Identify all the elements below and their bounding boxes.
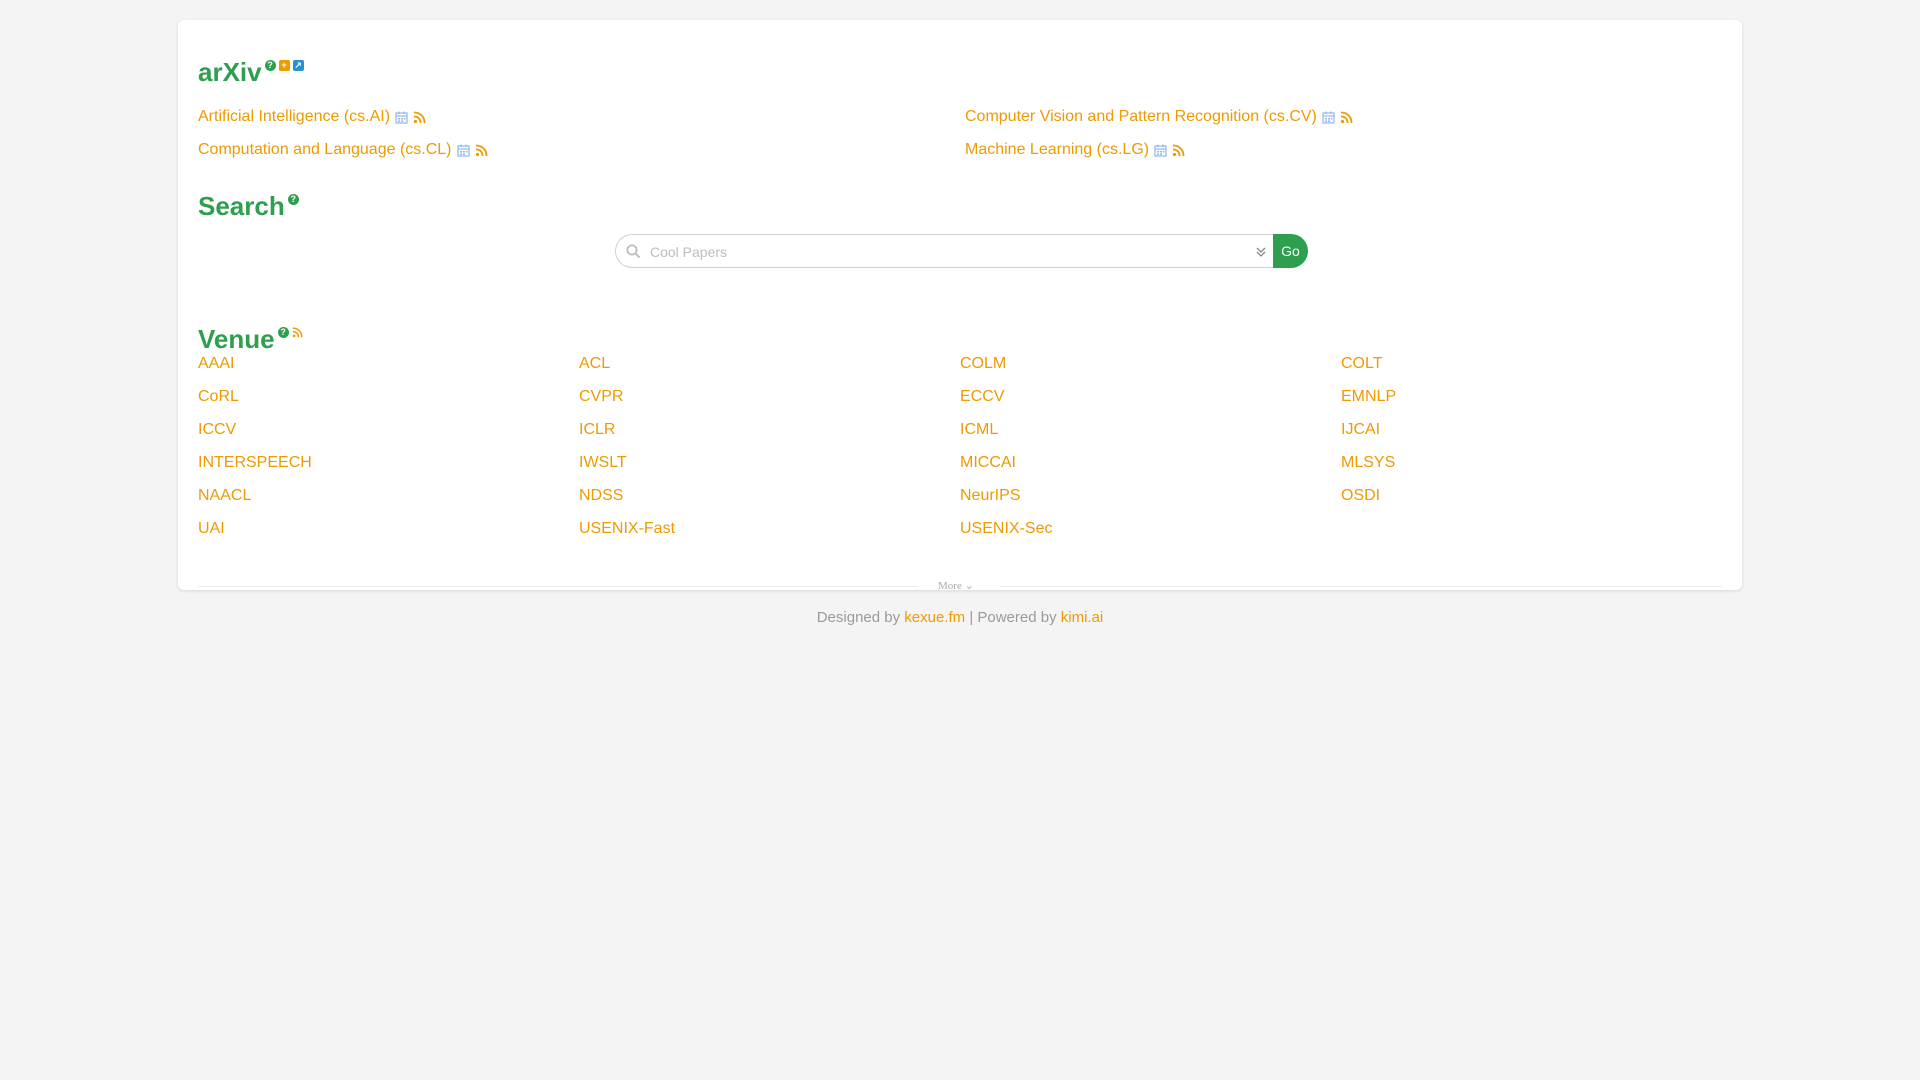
arxiv-section-title: arXiv ? + ↗ (198, 57, 304, 88)
category-label[interactable]: Artificial Intelligence (cs.AI) (198, 108, 390, 126)
venue-link[interactable]: IWSLT (579, 453, 960, 486)
footer-powered-by: | Powered by (969, 609, 1057, 626)
rss-icon[interactable] (1340, 111, 1353, 124)
venue-link[interactable]: MLSYS (1341, 453, 1722, 486)
venue-link[interactable]: UAI (198, 519, 579, 552)
venue-link[interactable]: MICCAI (960, 453, 1341, 486)
external-link-icon[interactable]: ↗ (292, 60, 304, 71)
rss-icon[interactable] (1172, 144, 1185, 157)
calendar-icon[interactable] (1154, 144, 1167, 157)
rss-icon[interactable] (475, 144, 488, 157)
footer-designed-by: Designed by (816, 609, 901, 626)
venue-link[interactable]: OSDI (1341, 486, 1722, 519)
arxiv-title: arXiv (198, 57, 262, 87)
venue-link[interactable]: ICCV (198, 420, 579, 453)
venue-link[interactable]: COLT (1341, 354, 1722, 387)
search-section-title: Search ? (198, 191, 299, 222)
more-label[interactable]: More (938, 580, 962, 592)
add-icon[interactable]: + (278, 60, 290, 71)
category-label[interactable]: Computation and Language (cs.CL) (198, 141, 452, 159)
venue-link[interactable]: NeurIPS (960, 486, 1341, 519)
venue-section-title: Venue ? (198, 324, 303, 355)
venue-link[interactable]: ECCV (960, 387, 1341, 420)
venue-link[interactable]: AAAI (198, 354, 579, 387)
help-icon[interactable]: ? (287, 194, 299, 205)
search-title: Search (198, 191, 285, 221)
venue-link[interactable]: INTERSPEECH (198, 453, 579, 486)
power-link[interactable]: kimi.ai (1061, 609, 1104, 626)
search-input[interactable] (648, 235, 1242, 269)
venue-link[interactable]: NAACL (198, 486, 579, 519)
venue-link[interactable]: ICML (960, 420, 1341, 453)
calendar-icon[interactable] (1322, 111, 1335, 124)
search-icon (626, 244, 641, 259)
go-button[interactable]: Go (1273, 234, 1308, 268)
search-bar: Go (615, 234, 1308, 269)
calendar-icon[interactable] (395, 111, 408, 124)
category-label[interactable]: Machine Learning (cs.LG) (965, 141, 1149, 159)
more-button[interactable]: More ⌄ (938, 579, 974, 592)
venue-title: Venue (198, 324, 275, 354)
venue-link[interactable]: ICLR (579, 420, 960, 453)
venue-link[interactable]: ACL (579, 354, 960, 387)
venue-grid: AAAI ACL COLM COLT CoRL CVPR ECCV EMNLP … (198, 354, 1722, 552)
venue-link[interactable]: COLM (960, 354, 1341, 387)
venue-link[interactable]: CoRL (198, 387, 579, 420)
venue-link[interactable]: CVPR (579, 387, 960, 420)
chevron-down-icon[interactable]: ⌄ (965, 580, 974, 592)
category-label[interactable]: Computer Vision and Pattern Recognition … (965, 108, 1317, 126)
arxiv-category-cs-cv[interactable]: Computer Vision and Pattern Recognition … (965, 108, 1353, 126)
arxiv-category-cs-lg[interactable]: Machine Learning (cs.LG) (965, 141, 1185, 159)
calendar-icon[interactable] (456, 144, 470, 157)
venue-link[interactable]: IJCAI (1341, 420, 1722, 453)
venue-link[interactable]: EMNLP (1341, 387, 1722, 420)
venue-link[interactable]: USENIX-Fast (579, 519, 960, 552)
double-chevron-down-icon[interactable] (1256, 246, 1266, 258)
designer-link[interactable]: kexue.fm (904, 609, 965, 626)
help-icon[interactable]: ? (277, 327, 289, 338)
search-box (615, 234, 1273, 269)
venue-link[interactable]: USENIX-Sec (960, 519, 1341, 552)
rss-icon[interactable] (292, 327, 303, 338)
arxiv-category-cs-cl[interactable]: Computation and Language (cs.CL) (198, 141, 488, 159)
arxiv-category-cs-ai[interactable]: Artificial Intelligence (cs.AI) (198, 108, 426, 126)
venue-link[interactable]: NDSS (579, 486, 960, 519)
main-card: arXiv ? + ↗ Artificial Intelligence (cs.… (178, 20, 1742, 592)
help-icon[interactable]: ? (264, 60, 276, 71)
footer: Designed by kexue.fm | Powered by kimi.a… (0, 609, 1920, 626)
more-divider: More ⌄ (198, 576, 1722, 596)
rss-icon[interactable] (413, 111, 426, 124)
divider-line (1000, 586, 1722, 587)
divider-line (198, 586, 918, 587)
